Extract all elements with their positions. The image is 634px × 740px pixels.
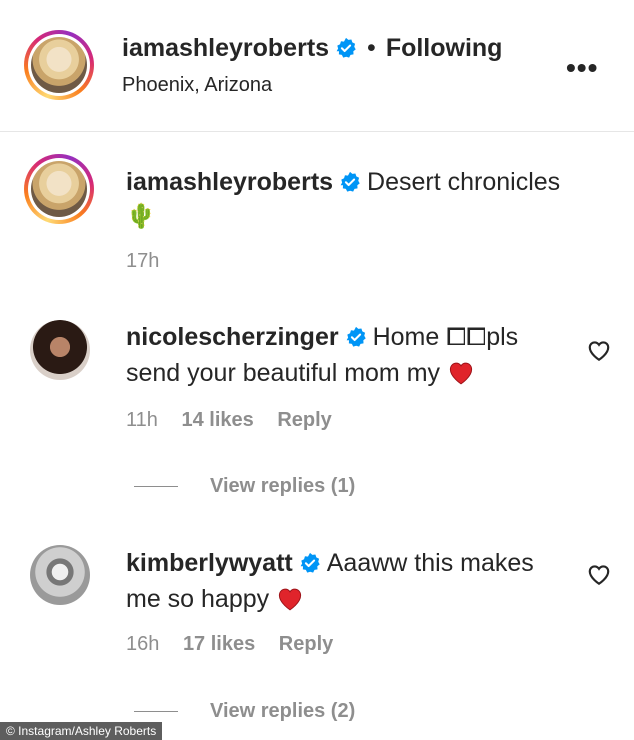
comment-text: Aaaww this makes [326, 549, 534, 577]
comment-likes[interactable]: 17 likes [183, 633, 255, 655]
header-username[interactable]: iamashleyroberts [122, 34, 329, 62]
profile-photo [31, 37, 87, 93]
photo-credit: © Instagram/Ashley Roberts [0, 722, 163, 740]
commenter-avatar[interactable] [30, 545, 90, 605]
red-heart-emoji-icon [279, 588, 302, 611]
comment-likes[interactable]: 14 likes [181, 409, 253, 431]
commenter-avatar[interactable] [30, 320, 90, 380]
verified-badge-icon [300, 552, 320, 573]
comment-text: Home ⧠⧠pls [372, 323, 519, 351]
more-options-icon[interactable]: ••• [566, 52, 598, 84]
comment-text-continued: me so happy [126, 585, 270, 613]
caption-avatar[interactable] [24, 154, 94, 224]
post-header: iamashleyroberts • Following Phoenix, Ariz… [0, 0, 634, 132]
reply-button[interactable]: Reply [277, 409, 331, 431]
header-avatar[interactable] [24, 30, 94, 100]
view-replies-label: View replies (1) [210, 475, 356, 497]
reply-button[interactable]: Reply [279, 633, 333, 655]
header-separator: • [367, 34, 376, 62]
verified-badge-icon [336, 37, 356, 58]
red-heart-emoji-icon [449, 362, 473, 385]
like-heart-icon[interactable] [586, 562, 612, 586]
comment-time[interactable]: 11h [126, 409, 158, 431]
replies-divider [134, 486, 178, 488]
view-replies-button[interactable]: View replies (2) [134, 700, 355, 723]
profile-photo [31, 161, 87, 217]
replies-divider [134, 711, 178, 713]
caption-time[interactable]: 17h [126, 250, 159, 273]
caption-text: Desert chronicles [367, 168, 561, 196]
caption-username[interactable]: iamashleyroberts [126, 168, 333, 196]
like-heart-icon[interactable] [586, 338, 612, 362]
following-button[interactable]: Following [386, 34, 503, 62]
comment-text-continued: send your beautiful mom my [126, 359, 441, 387]
view-replies-label: View replies (2) [210, 700, 356, 722]
cactus-emoji: 🌵 [126, 203, 156, 230]
comment-time[interactable]: 16h [126, 633, 159, 655]
verified-badge-icon [346, 326, 366, 347]
verified-badge-icon [340, 171, 360, 192]
view-replies-button[interactable]: View replies (1) [134, 475, 355, 498]
location-link[interactable]: Phoenix, Arizona [122, 68, 272, 102]
comment-username[interactable]: kimberlywyatt [126, 549, 293, 577]
comment-username[interactable]: nicolescherzinger [126, 323, 339, 351]
